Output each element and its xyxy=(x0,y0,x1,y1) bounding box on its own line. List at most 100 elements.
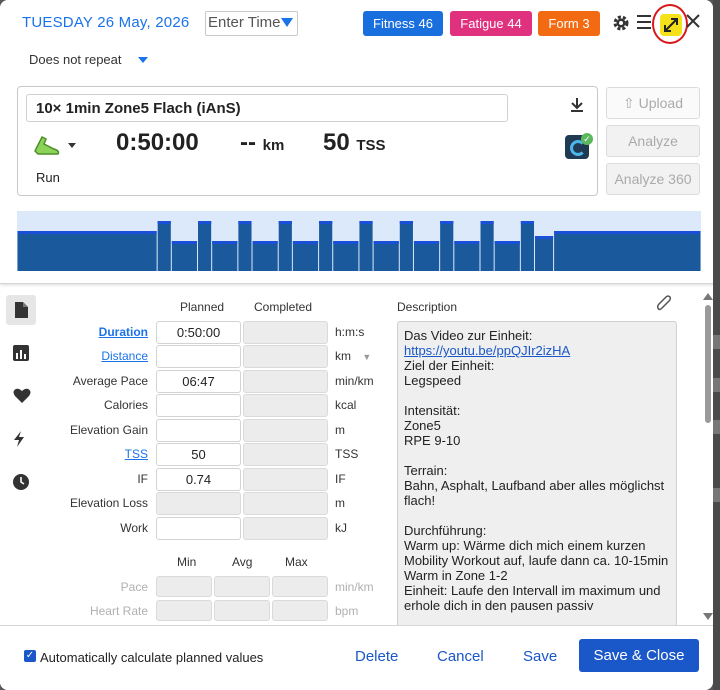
distance-completed-input[interactable] xyxy=(243,345,328,368)
bar-chart-icon xyxy=(13,345,29,361)
chart-segment-10[interactable] xyxy=(333,241,359,271)
chart-segment-1[interactable] xyxy=(157,221,171,271)
chart-segment-top-11 xyxy=(359,221,373,224)
tss-completed-input[interactable] xyxy=(243,443,328,466)
lightning-icon xyxy=(14,431,24,447)
cancel-button[interactable]: Cancel xyxy=(437,648,484,665)
menu-icon[interactable] xyxy=(637,15,651,29)
hr-unit: bpm xyxy=(335,604,359,618)
caret-down-icon xyxy=(281,18,293,27)
caret-down-icon[interactable] xyxy=(138,57,148,63)
chart-segment-top-5 xyxy=(238,221,252,224)
time-select[interactable]: Enter Time xyxy=(205,11,298,36)
chart-segment-8[interactable] xyxy=(292,241,319,271)
chart-segment-0[interactable] xyxy=(17,231,157,271)
chart-segment-12[interactable] xyxy=(373,241,399,271)
elevation-gain-completed-input[interactable] xyxy=(243,419,328,442)
elevation-loss-planned-input[interactable] xyxy=(156,492,241,515)
tab-charts[interactable] xyxy=(6,338,36,368)
chart-segment-20[interactable] xyxy=(535,236,554,271)
calories-planned-input[interactable] xyxy=(156,394,241,417)
workout-date[interactable]: TUESDAY 26 May, 2026 xyxy=(22,14,189,31)
analyze-360-button[interactable]: Analyze 360 xyxy=(606,163,700,195)
tab-history[interactable] xyxy=(6,467,36,497)
scroll-down-icon[interactable] xyxy=(703,613,713,620)
chart-segment-3[interactable] xyxy=(198,221,212,271)
chart-segment-2[interactable] xyxy=(171,241,198,271)
delete-button[interactable]: Delete xyxy=(355,648,398,665)
hr-max-input[interactable] xyxy=(272,600,328,621)
pace-planned-input[interactable]: 06:47 xyxy=(156,370,241,393)
if-planned-input[interactable]: 0.74 xyxy=(156,468,241,491)
expand-icon[interactable] xyxy=(660,14,682,36)
modal-header: TUESDAY 26 May, 2026 Enter Time Fitness … xyxy=(0,0,713,284)
analyze-button[interactable]: Analyze xyxy=(606,125,700,157)
scroll-up-icon[interactable] xyxy=(703,293,713,300)
if-completed-input[interactable] xyxy=(243,468,328,491)
if-unit: IF xyxy=(335,472,346,486)
hr-min-input[interactable] xyxy=(156,600,212,621)
distance-unit-select[interactable]: km ▼ xyxy=(335,349,371,363)
pace-completed-input[interactable] xyxy=(243,370,328,393)
download-icon[interactable] xyxy=(570,97,584,113)
auto-calc-label[interactable]: Automatically calculate planned values xyxy=(40,650,263,665)
upload-button[interactable]: ⇧ Upload xyxy=(606,87,700,119)
workout-title-input[interactable]: 10× 1min Zone5 Flach (iAnS) xyxy=(26,94,508,122)
pace-avg-input[interactable] xyxy=(214,576,270,597)
repeat-select[interactable]: Does not repeat xyxy=(29,52,122,67)
chart-segment-6[interactable] xyxy=(252,241,278,271)
chart-segment-19[interactable] xyxy=(520,221,535,271)
sport-type: Run xyxy=(36,170,60,185)
chart-segment-13[interactable] xyxy=(399,221,413,271)
chart-segment-11[interactable] xyxy=(359,221,373,271)
work-completed-input[interactable] xyxy=(243,517,328,540)
distance-planned-input[interactable] xyxy=(156,345,241,368)
duration-planned-input[interactable]: 0:50:00 xyxy=(156,321,241,344)
chart-segment-7[interactable] xyxy=(278,221,292,271)
elevation-gain-planned-input[interactable] xyxy=(156,419,241,442)
tss-unit: TSS xyxy=(356,137,386,154)
save-button[interactable]: Save xyxy=(523,648,557,665)
paperclip-icon[interactable] xyxy=(656,295,672,313)
work-planned-input[interactable] xyxy=(156,517,241,540)
workout-structure-chart[interactable] xyxy=(17,211,701,271)
chart-segment-15[interactable] xyxy=(440,221,454,271)
chart-segment-4[interactable] xyxy=(212,241,238,271)
description-link[interactable]: https://youtu.be/ppQJIr2izHA xyxy=(404,343,570,358)
duration-unit: h:m:s xyxy=(335,325,365,339)
tss-planned-input[interactable]: 50 xyxy=(156,443,241,466)
chart-segment-top-2 xyxy=(171,241,198,244)
check-icon: ✓ xyxy=(581,133,593,145)
duration-completed-input[interactable] xyxy=(243,321,328,344)
tab-health[interactable] xyxy=(6,381,36,411)
tab-power[interactable] xyxy=(6,424,36,454)
hr-avg-input[interactable] xyxy=(214,600,270,621)
elevation-loss-completed-input[interactable] xyxy=(243,492,328,515)
chart-segment-16[interactable] xyxy=(454,241,480,271)
scroll-thumb[interactable] xyxy=(705,305,711,423)
caret-down-icon[interactable] xyxy=(68,143,76,148)
calories-completed-input[interactable] xyxy=(243,394,328,417)
chart-segment-top-21 xyxy=(554,231,701,234)
pace-max-input[interactable] xyxy=(272,576,328,597)
chart-segment-9[interactable] xyxy=(319,221,333,271)
pace-min-input[interactable] xyxy=(156,576,212,597)
distance-value: -- xyxy=(240,129,256,156)
chart-segment-21[interactable] xyxy=(554,231,701,271)
tab-details[interactable] xyxy=(6,295,36,325)
distance-unit: km xyxy=(262,137,285,154)
chart-segment-top-14 xyxy=(413,241,440,244)
chart-segment-18[interactable] xyxy=(494,241,520,271)
chart-segment-17[interactable] xyxy=(480,221,494,271)
close-icon[interactable] xyxy=(686,14,700,28)
gear-icon[interactable] xyxy=(612,14,630,32)
run-shoe-icon[interactable] xyxy=(32,133,62,157)
save-close-button[interactable]: Save & Close xyxy=(579,639,699,672)
scrollbar[interactable] xyxy=(703,293,713,625)
chart-segment-top-16 xyxy=(454,241,480,244)
chart-segment-5[interactable] xyxy=(238,221,252,271)
chart-segment-top-1 xyxy=(157,221,171,224)
description-textarea[interactable]: Das Video zur Einheit: https://youtu.be/… xyxy=(397,321,677,625)
chart-segment-14[interactable] xyxy=(413,241,440,271)
auto-calc-checkbox[interactable]: ✓ xyxy=(24,650,36,662)
